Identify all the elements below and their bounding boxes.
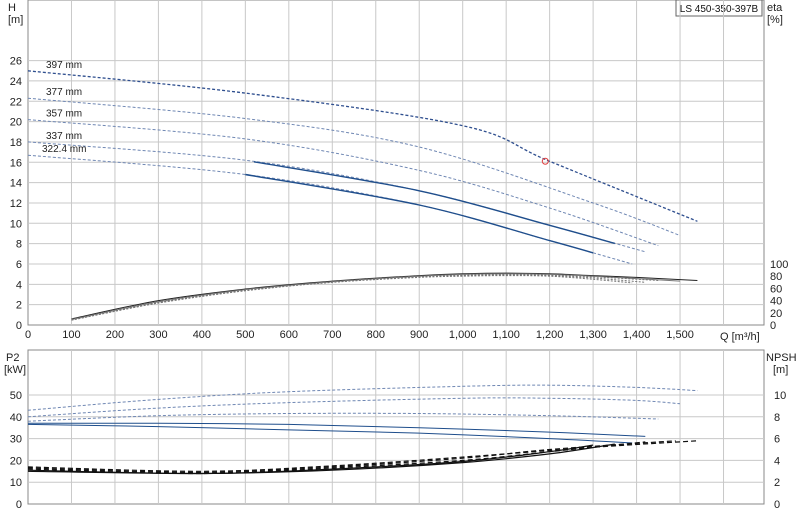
flow-tick-label: 600 — [280, 329, 298, 341]
flow-tick-label: 1,000 — [449, 329, 477, 341]
head-curve — [27, 70, 698, 222]
curves-layer — [27, 70, 698, 475]
power-tick-label: 30 — [10, 434, 22, 446]
head-tick-label: 20 — [10, 117, 22, 129]
power-curve — [27, 423, 633, 444]
head-tick-label: 12 — [10, 198, 22, 210]
eta-tick-label: 0 — [770, 320, 776, 332]
eta-axis-unit: [%] — [767, 14, 783, 26]
head-curve-label: 397 mm — [46, 60, 82, 71]
flow-tick-label: 0 — [25, 329, 31, 341]
eta-tick-label: 100 — [770, 259, 788, 271]
efficiency-curve — [71, 272, 698, 320]
grid-layer — [28, 0, 764, 504]
flow-tick-label: 800 — [367, 329, 385, 341]
power-tick-label: 10 — [10, 477, 22, 489]
flow-tick-label: 400 — [193, 329, 211, 341]
title-box: LS 450-350-397B — [675, 0, 763, 17]
head-curve-label: 322.4 mm — [42, 144, 86, 155]
flow-tick-label: 300 — [149, 329, 167, 341]
flow-tick-label: 1,300 — [579, 329, 607, 341]
eta-axis-label: eta — [767, 2, 783, 14]
npsh-axis-unit: [m] — [773, 364, 788, 376]
npsh-tick-label: 0 — [774, 499, 780, 511]
npsh-tick-label: 6 — [774, 434, 780, 446]
head-curve-label: 377 mm — [46, 87, 82, 98]
flow-axis-label: Q [m³/h] — [720, 331, 760, 343]
power-tick-label: 20 — [10, 455, 22, 467]
head-tick-label: 18 — [10, 137, 22, 149]
power-tick-label: 40 — [10, 412, 22, 424]
chart-canvas: LS 450-350-397B H [m] eta [%] Q [m³/h] P… — [4, 0, 797, 511]
head-curve — [27, 97, 681, 236]
head-tick-label: 10 — [10, 218, 22, 230]
efficiency-curve — [71, 275, 633, 321]
npsh-tick-label: 2 — [774, 477, 780, 489]
power-axis-unit: [kW] — [4, 364, 26, 376]
title-box-text: LS 450-350-397B — [680, 4, 759, 15]
head-tick-label: 0 — [16, 320, 22, 332]
efficiency-curve — [71, 274, 646, 321]
flow-tick-label: 1,500 — [666, 329, 694, 341]
head-curve-label: 357 mm — [46, 109, 82, 120]
npsh-tick-label: 4 — [774, 455, 780, 467]
npsh-tick-label: 8 — [774, 412, 780, 424]
head-tick-label: 24 — [10, 76, 22, 88]
head-axis-unit: [m] — [8, 14, 23, 26]
eta-tick-label: 40 — [770, 296, 782, 308]
flow-tick-label: 1,400 — [623, 329, 651, 341]
eta-tick-label: 80 — [770, 271, 782, 283]
head-tick-label: 8 — [16, 239, 22, 251]
power-curve — [27, 422, 646, 437]
flow-tick-label: 200 — [106, 329, 124, 341]
head-tick-label: 22 — [10, 96, 22, 108]
flow-tick-label: 700 — [323, 329, 341, 341]
pump-curve-chart: LS 450-350-397B H [m] eta [%] Q [m³/h] P… — [0, 0, 800, 520]
flow-tick-label: 900 — [410, 329, 428, 341]
head-tick-label: 2 — [16, 300, 22, 312]
eta-tick-label: 60 — [770, 283, 782, 295]
power-curve — [27, 384, 698, 411]
head-tick-label: 4 — [16, 279, 22, 291]
npsh-axis-label: NPSH — [766, 352, 797, 364]
head-curve — [27, 154, 633, 265]
head-tick-label: 16 — [10, 157, 22, 169]
power-tick-label: 0 — [16, 499, 22, 511]
head-axis-label: H — [8, 2, 16, 14]
flow-tick-label: 1,100 — [492, 329, 520, 341]
flow-tick-label: 500 — [236, 329, 254, 341]
head-tick-label: 26 — [10, 56, 22, 68]
npsh-curve — [27, 440, 698, 472]
eta-tick-label: 20 — [770, 308, 782, 320]
head-tick-label: 14 — [10, 178, 22, 190]
flow-tick-label: 100 — [62, 329, 80, 341]
flow-tick-label: 1,200 — [536, 329, 564, 341]
head-tick-label: 6 — [16, 259, 22, 271]
head-curve — [27, 141, 646, 253]
npsh-tick-label: 10 — [774, 390, 786, 402]
head-curve-label: 337 mm — [46, 131, 82, 142]
power-axis-label: P2 — [6, 352, 19, 364]
power-tick-label: 50 — [10, 390, 22, 402]
power-curve — [27, 397, 681, 418]
efficiency-curve — [71, 273, 659, 320]
